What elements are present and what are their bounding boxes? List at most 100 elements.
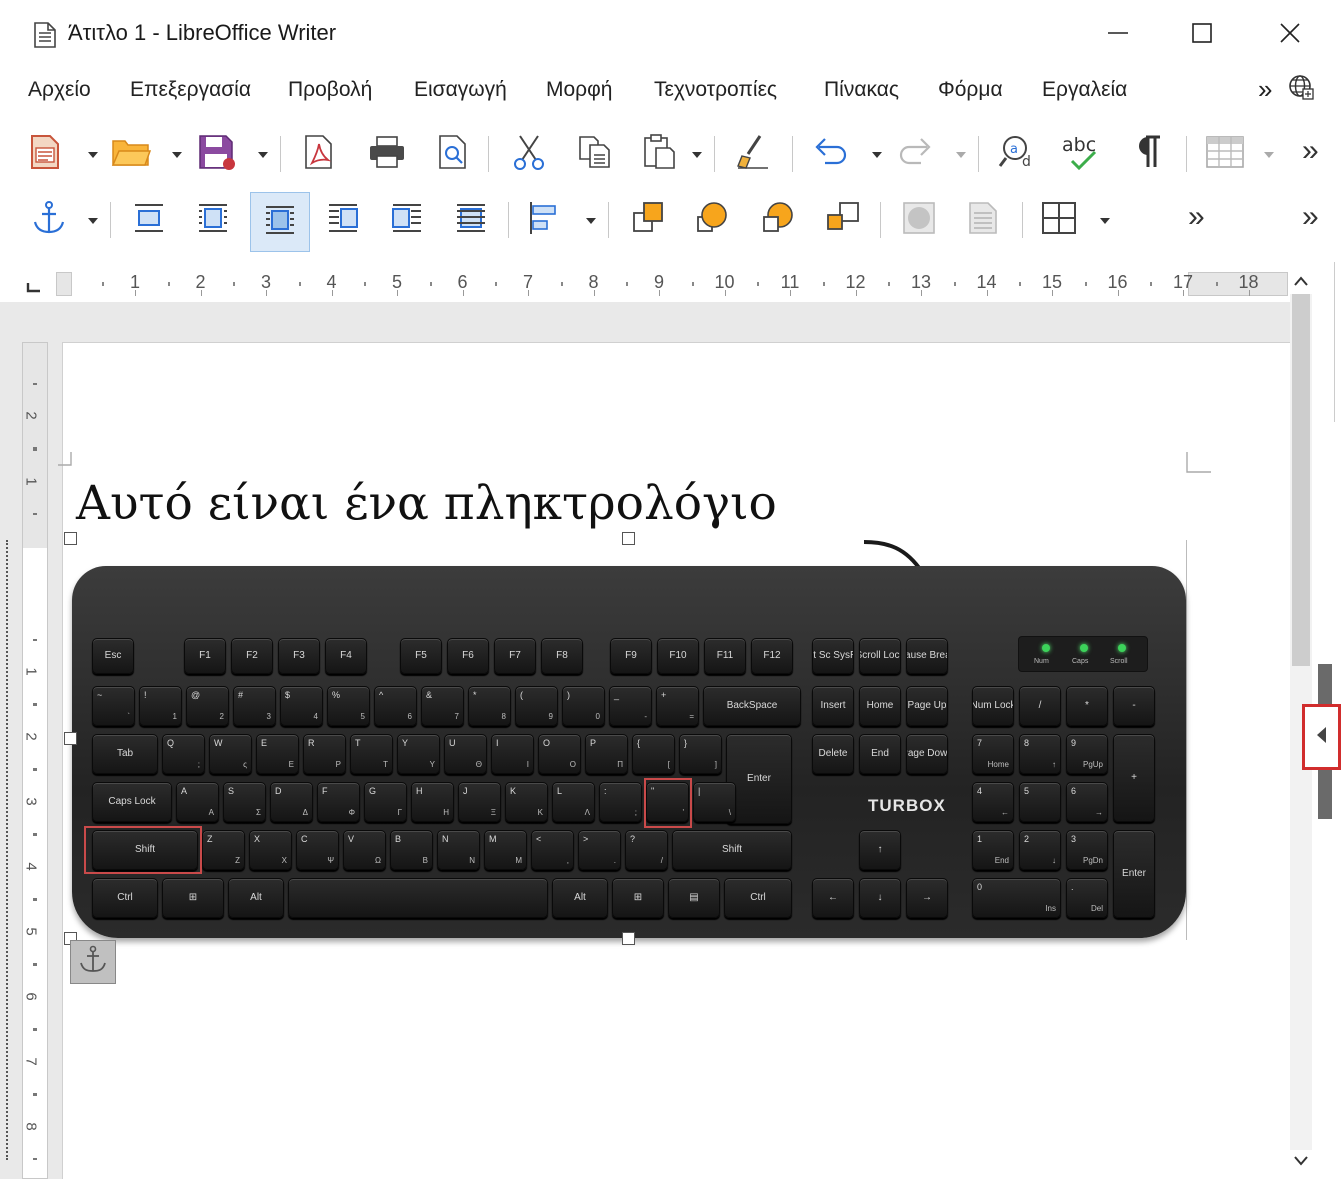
horizontal-ruler[interactable]: 1 2 3 4 5 6 7 8 9 10 11 12 13 14 15 16 17 18 (0, 262, 1290, 302)
anchor-button[interactable] (26, 196, 72, 244)
paste-dropdown[interactable] (690, 144, 704, 164)
ruler-tick (757, 282, 760, 286)
menu-format[interactable]: Μορφή (546, 78, 612, 102)
menu-view[interactable]: Προβολή (288, 78, 372, 102)
tab-stop-selector-icon[interactable] (26, 280, 40, 293)
paste-button[interactable] (636, 130, 682, 178)
vertical-scrollbar-thumb[interactable] (1292, 294, 1310, 666)
spelling-button[interactable]: abc (1060, 130, 1106, 178)
toolbar-separator (1022, 202, 1023, 238)
led-indicator-panel (1018, 636, 1148, 672)
wrap-left-button[interactable] (320, 196, 366, 244)
vertical-ruler-margin (23, 343, 47, 548)
maximize-button[interactable] (1172, 10, 1232, 56)
align-objects-dropdown[interactable] (584, 210, 598, 230)
page-wrap-button[interactable] (190, 196, 236, 244)
wrap-through-button[interactable] (448, 196, 494, 244)
menu-table[interactable]: Πίνακας (824, 78, 899, 102)
key-menu: ▤ (668, 878, 720, 918)
ruler-track (66, 272, 1286, 296)
menu-overflow-button[interactable]: » (1258, 74, 1272, 105)
key-alt-right-label: Alt (574, 892, 586, 903)
optimal-wrap-button[interactable] (250, 192, 310, 252)
bring-to-front-button[interactable] (626, 196, 672, 244)
menu-insert[interactable]: Εισαγωγή (414, 78, 507, 102)
key: EΕ (256, 734, 299, 774)
document-heading[interactable]: Αυτό είναι ένα πληκτρολόγιο (76, 476, 777, 531)
backward-one-button[interactable] (756, 196, 802, 244)
key-ctrl-left-label: Ctrl (117, 892, 133, 903)
key-fn: F12 (751, 638, 793, 674)
resize-handle-top[interactable] (622, 532, 635, 545)
minimize-button[interactable] (1088, 10, 1148, 56)
key-windows-right-label: ⊞ (633, 892, 643, 903)
table-icon (1206, 135, 1244, 173)
forward-one-icon (696, 201, 730, 240)
new-document-dropdown[interactable] (86, 144, 100, 164)
menu-form[interactable]: Φόρμα (938, 78, 1003, 102)
anchor-dropdown[interactable] (86, 210, 100, 230)
wrap-right-button[interactable] (384, 196, 430, 244)
sidebar-toggle-button[interactable] (1302, 704, 1341, 770)
frame-toolbar-overflow-button[interactable]: » (1188, 200, 1205, 234)
image-anchor-marker[interactable] (70, 940, 116, 984)
find-replace-button[interactable]: ad (994, 130, 1040, 178)
scroll-up-button[interactable] (1290, 270, 1312, 294)
insert-table-button[interactable] (1202, 130, 1248, 178)
wrap-off-button[interactable] (126, 196, 172, 244)
key-num-slash-label: / (1038, 700, 1042, 711)
resize-handle-top-left[interactable] (64, 532, 77, 545)
export-pdf-button[interactable] (296, 130, 342, 178)
redo-button[interactable] (892, 130, 938, 178)
key-arrow-left-label: ← (828, 892, 838, 903)
ruler-tick (200, 290, 202, 296)
menu-tools[interactable]: Εργαλεία (1042, 78, 1127, 102)
key-arrow-right-label: → (922, 892, 932, 903)
key-sublabel: ς (243, 760, 247, 769)
scissors-icon (512, 134, 546, 175)
open-dropdown[interactable] (170, 144, 184, 164)
toolbar-separator (880, 202, 881, 238)
resize-handle-left[interactable] (64, 732, 77, 745)
key-fn-label: Scroll Lock (860, 650, 900, 661)
borders-button[interactable] (1036, 196, 1082, 244)
key-arrow-down: ↓ (859, 878, 901, 918)
globe-icon[interactable] (1288, 74, 1314, 105)
redo-dropdown[interactable] (954, 144, 968, 164)
send-to-back-button[interactable] (820, 196, 866, 244)
to-background-button[interactable] (896, 196, 942, 244)
keyboard-brand-logo: TURBOX (868, 796, 946, 815)
key-sublabel: Ψ (327, 856, 334, 865)
forward-one-button[interactable] (690, 196, 736, 244)
formatting-marks-button[interactable] (1124, 130, 1170, 178)
menu-edit[interactable]: Επεξεργασία (130, 78, 251, 102)
undo-dropdown[interactable] (870, 144, 884, 164)
resize-handle-bottom[interactable] (622, 932, 635, 945)
borders-dropdown[interactable] (1098, 210, 1112, 230)
key: UΘ (444, 734, 487, 774)
menu-styles[interactable]: Τεχνοτροπίες (654, 78, 777, 102)
insert-table-dropdown[interactable] (1262, 144, 1276, 164)
close-button[interactable] (1260, 10, 1320, 56)
print-button[interactable] (364, 130, 410, 178)
menu-file[interactable]: Αρχείο (28, 78, 91, 102)
scroll-down-button[interactable] (1290, 1150, 1312, 1174)
save-button[interactable] (194, 130, 240, 178)
copy-button[interactable] (572, 130, 618, 178)
frame-toolbar-overflow-button-2[interactable]: » (1302, 200, 1319, 234)
open-button[interactable] (108, 130, 154, 178)
undo-button[interactable] (808, 130, 854, 178)
clone-formatting-button[interactable] (730, 130, 776, 178)
keyboard-image[interactable]: TURBOX EscF1F2F3F4F5F6F7F8F9F10F11F12Prt… (70, 540, 1188, 942)
new-document-button[interactable] (22, 130, 68, 178)
cut-button[interactable] (506, 130, 552, 178)
align-objects-button[interactable] (520, 196, 566, 244)
save-dropdown[interactable] (256, 144, 270, 164)
ruler-tick (822, 282, 825, 286)
to-foreground-button[interactable] (960, 196, 1006, 244)
vertical-ruler[interactable]: 2 1 1 2 3 4 5 6 7 8 (22, 342, 48, 1179)
print-preview-button[interactable] (430, 130, 476, 178)
key-numpad-0-label: 0 (977, 882, 983, 892)
key-label: X (254, 834, 261, 844)
toolbar-overflow-button[interactable]: » (1302, 134, 1319, 168)
